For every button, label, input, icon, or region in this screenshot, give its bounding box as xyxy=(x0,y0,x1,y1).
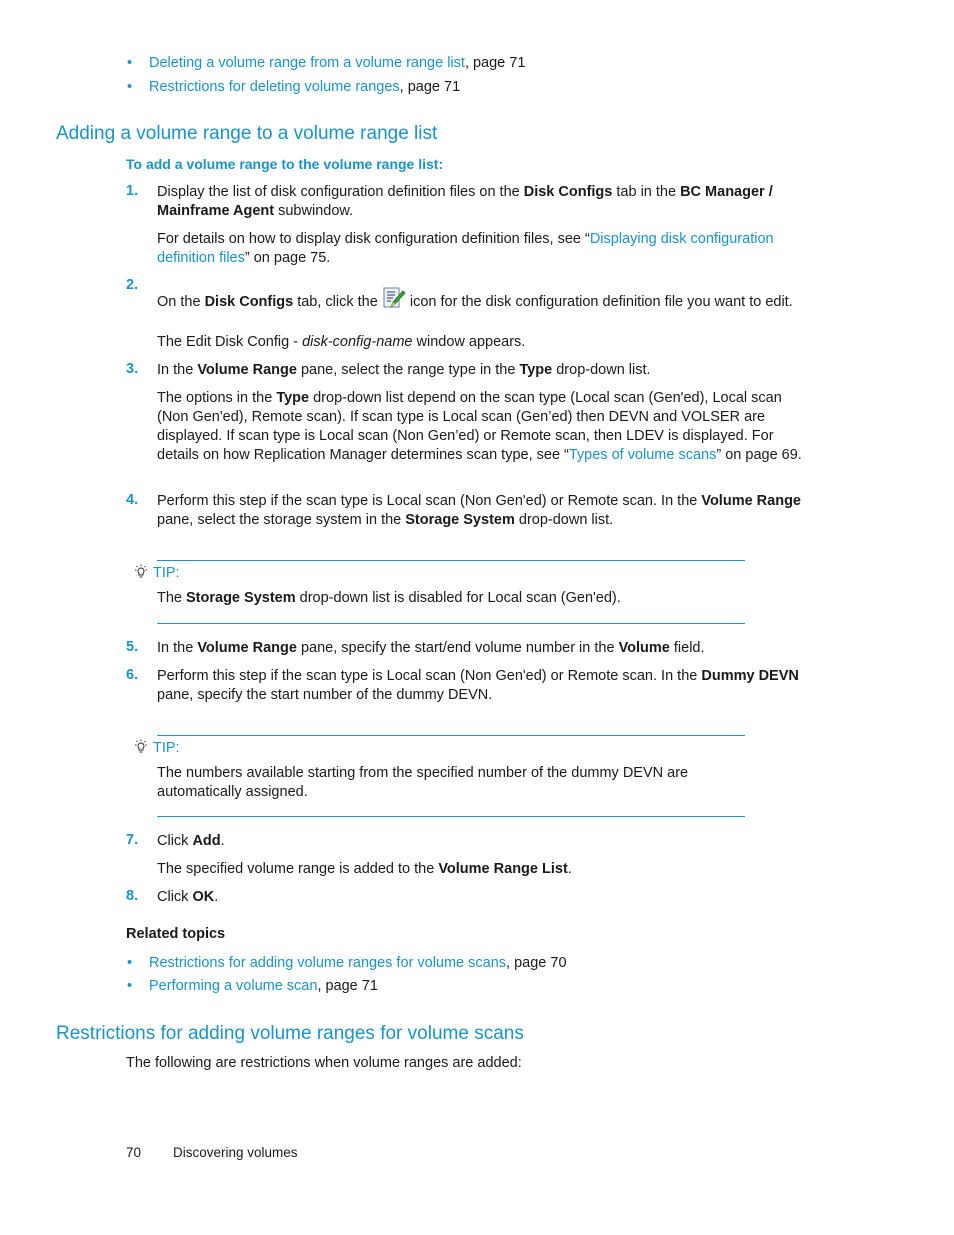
step-number: 4. xyxy=(126,492,139,508)
bullet: • xyxy=(127,55,133,71)
lightbulb-icon xyxy=(135,564,147,578)
step-number: 2. xyxy=(126,277,139,293)
section-heading: Adding a volume range to a volume range … xyxy=(56,123,438,144)
list-item: • Restrictions for deleting volume ranges… xyxy=(127,78,460,96)
link-performing-volume-scan[interactable]: Performing a volume scan xyxy=(149,978,317,994)
step-detail: The Edit Disk Config - disk-config-name … xyxy=(157,334,526,350)
step-text: Click OK. xyxy=(157,889,219,905)
tip-label: TIP: xyxy=(133,739,180,756)
tip-text: The Storage System drop-down list is dis… xyxy=(157,590,621,606)
step-number: 3. xyxy=(126,361,139,377)
step-detail: The options in the Type drop-down list d… xyxy=(157,390,802,463)
bullet: • xyxy=(127,79,133,95)
link-restrictions-deleting[interactable]: Restrictions for deleting volume ranges xyxy=(149,79,400,95)
edit-icon xyxy=(382,286,406,310)
step-text: Click Add. xyxy=(157,833,225,849)
tip-rule-top xyxy=(157,560,745,561)
list-item: • Deleting a volume range from a volume r… xyxy=(127,54,525,72)
tip-rule-top xyxy=(157,735,745,736)
page-ref: , page 71 xyxy=(464,55,526,71)
step-text: Perform this step if the scan type is Lo… xyxy=(157,668,799,703)
page-ref: , page 71 xyxy=(317,978,378,994)
step-number: 6. xyxy=(126,667,139,683)
tip-rule-bottom xyxy=(157,623,745,624)
step-text: In the Volume Range pane, specify the st… xyxy=(157,640,705,656)
list-item: • Performing a volume scan, page 71 xyxy=(127,977,378,995)
step-number: 1. xyxy=(126,183,139,199)
tip-rule-bottom xyxy=(157,816,745,817)
chapter-title: Discovering volumes xyxy=(173,1145,298,1160)
link-types-of-volume-scans[interactable]: Types of volume scans xyxy=(569,447,717,463)
step-text: Perform this step if the scan type is Lo… xyxy=(157,493,801,528)
lightbulb-icon xyxy=(135,739,147,753)
step-text: Display the list of disk configuration d… xyxy=(157,184,773,219)
step-number: 8. xyxy=(126,888,139,904)
step-number: 7. xyxy=(126,832,139,848)
tip-label: TIP: xyxy=(133,564,180,581)
bullet: • xyxy=(127,955,133,971)
list-item: • Restrictions for adding volume ranges f… xyxy=(127,954,567,972)
step-detail: For details on how to display disk confi… xyxy=(157,231,774,266)
step-number: 5. xyxy=(126,639,139,655)
step-text: On the Disk Configs tab, click the icon … xyxy=(157,286,807,312)
page-number: 70 xyxy=(126,1145,142,1160)
page-ref: , page 71 xyxy=(399,79,461,95)
section-heading: Restrictions for adding volume ranges fo… xyxy=(56,1023,524,1044)
procedure-title: To add a volume range to the volume rang… xyxy=(126,156,444,172)
step-detail: The specified volume range is added to t… xyxy=(157,861,572,877)
step-text: In the Volume Range pane, select the ran… xyxy=(157,362,651,378)
bullet: • xyxy=(127,978,133,994)
page-ref: , page 70 xyxy=(506,955,567,971)
section-intro: The following are restrictions when volu… xyxy=(126,1055,522,1071)
related-topics-title: Related topics xyxy=(126,926,226,942)
link-restrictions-adding[interactable]: Restrictions for adding volume ranges fo… xyxy=(149,955,506,971)
tip-text: The numbers available starting from the … xyxy=(157,765,689,800)
link-deleting-volume-range[interactable]: Deleting a volume range from a volume ra… xyxy=(149,55,465,71)
